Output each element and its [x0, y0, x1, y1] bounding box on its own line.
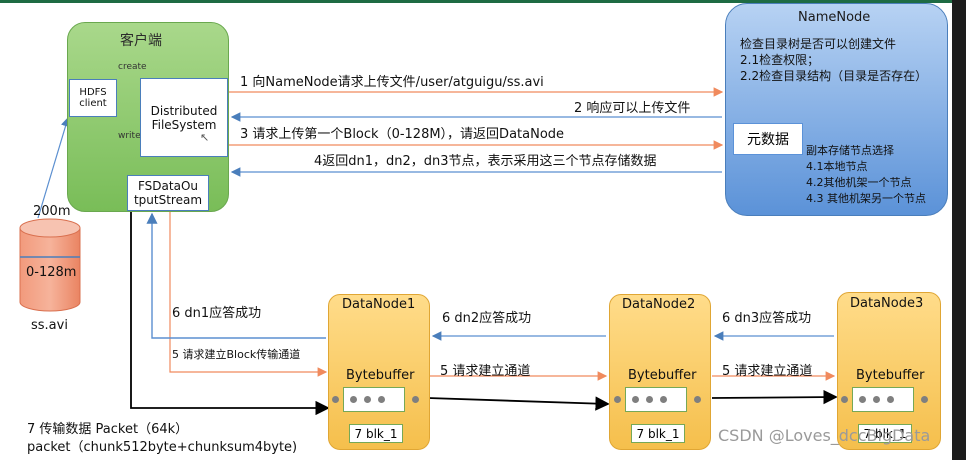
replica-line-4: 4.3 其他机架另一个节点	[806, 192, 926, 205]
hdfs-client-box: HDFS client	[69, 79, 117, 117]
packet-dot	[364, 396, 371, 403]
packet-dot	[332, 396, 339, 403]
datanode1-title: DataNode1	[342, 297, 416, 312]
datanode3-buffer	[852, 387, 914, 412]
step-5-dn1-label: 5 请求建立通道	[440, 364, 531, 379]
datanode2-buffer-label: Bytebuffer	[628, 368, 697, 383]
replica-line-3: 4.2其他机架一个节点	[806, 176, 912, 189]
step-3-label: 3 请求上传第一个Block（0-128M），请返回DataNode	[240, 127, 565, 142]
namenode-title: NameNode	[798, 10, 871, 25]
step-5-client-label: 5 请求建立Block传输通道	[172, 348, 301, 361]
datanode3-title: DataNode3	[850, 296, 924, 311]
packet-dot	[378, 396, 385, 403]
metadata-box: 元数据	[733, 123, 803, 155]
packet-dot	[614, 396, 621, 403]
fsdataoutputstream-box: FSDataOu tputStream	[127, 175, 209, 211]
step-6-dn2-label: 6 dn2应答成功	[442, 311, 532, 326]
packet-dot	[873, 396, 880, 403]
namenode-check-text: 检查目录树是否可以创建文件 2.1检查权限； 2.2检查目录结构（目录是否存在）	[740, 36, 927, 84]
watermark: CSDN @Loves_dccBigData	[718, 426, 931, 445]
namenode-line-1: 检查目录树是否可以创建文件	[740, 37, 897, 51]
step-7-line-1: 7 传输数据 Packet（64k）	[27, 422, 189, 437]
distributed-filesystem-box: Distributed FileSystem	[140, 78, 228, 157]
packet-dot	[632, 396, 639, 403]
packet-dot	[859, 396, 866, 403]
file-block-label: 0-128m	[26, 265, 77, 280]
packet-dot	[350, 396, 357, 403]
arrow-data-dn2-dn3	[711, 389, 838, 405]
write-label: write	[118, 131, 141, 141]
datanode3-buffer-label: Bytebuffer	[856, 368, 925, 383]
create-label: create	[118, 62, 147, 72]
dfs-line2: FileSystem	[151, 117, 217, 132]
hdfs-client-line1: HDFS	[79, 87, 107, 98]
datanode2-block: 7 blk_1	[631, 424, 685, 443]
packet-dot	[646, 396, 653, 403]
datanode1-buffer-label: Bytebuffer	[346, 368, 415, 383]
step-2-label: 2 响应可以上传文件	[574, 101, 691, 116]
file-size-label: 200m	[33, 204, 71, 219]
step-1-label: 1 向NameNode请求上传文件/user/atguigu/ss.avi	[240, 75, 544, 90]
client-title: 客户端	[120, 33, 162, 49]
fsdos-line2: tputStream	[133, 193, 203, 207]
datanode1-block: 7 blk_1	[349, 424, 403, 443]
step-7-line-2: packet（chunk512byte+chunksum4byte)	[27, 440, 298, 455]
file-name: ss.avi	[31, 318, 68, 333]
replica-line-2: 4.1本地节点	[806, 160, 868, 173]
packet-dot	[660, 396, 667, 403]
cursor-icon: ↖	[200, 131, 210, 144]
datanode1-buffer	[343, 387, 405, 412]
replica-line-1: 副本存储节点选择	[806, 144, 894, 157]
step-6-dn3-label: 6 dn3应答成功	[722, 311, 812, 326]
replica-text: 副本存储节点选择 4.1本地节点 4.2其他机架一个节点 4.3 其他机架另一个…	[806, 143, 926, 207]
arrow-data-dn1-dn2	[427, 396, 610, 411]
file-upload-arrow	[37, 116, 71, 219]
datanode2-buffer	[625, 387, 687, 412]
step-4-label: 4返回dn1，dn2，dn3节点，表示采用这三个节点存储数据	[314, 154, 657, 169]
namenode-line-3: 2.2检查目录结构（目录是否存在）	[740, 69, 928, 83]
fsdos-line1: FSDataOu	[137, 179, 198, 193]
namenode-line-2: 2.1检查权限；	[740, 53, 820, 67]
packet-dot	[694, 396, 701, 403]
packet-dot	[887, 396, 894, 403]
packet-dot	[841, 396, 848, 403]
datanode2-title: DataNode2	[622, 297, 696, 312]
step-6-client-label: 6 dn1应答成功	[172, 306, 262, 321]
packet-dot	[412, 396, 419, 403]
packet-dot	[921, 396, 928, 403]
dfs-line1: Distributed	[150, 103, 218, 118]
step-5-dn2-label: 5 请求建立通道	[722, 364, 813, 379]
hdfs-client-line2: client	[79, 98, 107, 109]
